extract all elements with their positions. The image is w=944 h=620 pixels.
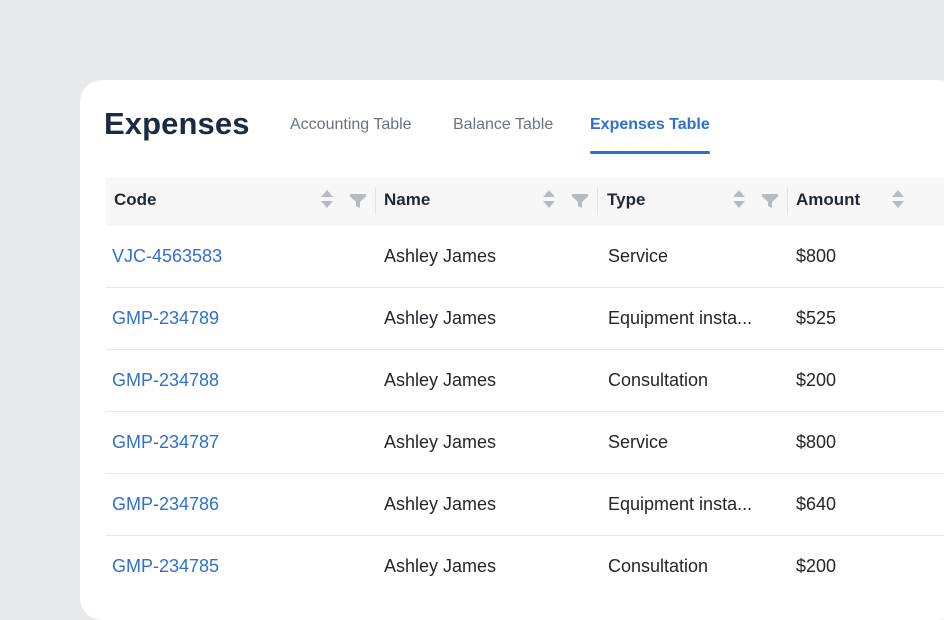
expense-name: Ashley James	[384, 494, 497, 514]
filter-icon[interactable]	[349, 192, 367, 210]
expense-code-link[interactable]: GMP-234788	[112, 350, 219, 411]
sort-icon[interactable]	[543, 190, 555, 212]
table-header: Code Name Type Amount	[106, 178, 944, 226]
tab-label: Expenses Table	[590, 116, 710, 133]
expense-name: Ashley James	[384, 432, 497, 452]
tab-accounting-table[interactable]: Accounting Table	[290, 116, 412, 154]
column-divider[interactable]	[375, 187, 376, 215]
expense-code-link[interactable]: VJC-4563583	[112, 226, 222, 287]
expense-amount: $200	[796, 370, 837, 390]
expense-name: Ashley James	[384, 308, 497, 328]
expense-amount: $200	[796, 556, 837, 576]
expense-type: Equipment insta...	[608, 494, 753, 514]
tab-balance-table[interactable]: Balance Table	[453, 116, 553, 154]
column-header-label: Amount	[796, 190, 861, 209]
expense-type: Service	[608, 432, 669, 452]
table-row[interactable]: GMP-234787 Ashley James Service $800	[106, 412, 944, 474]
column-header-type[interactable]: Type	[607, 178, 787, 226]
table-row[interactable]: GMP-234788 Ashley James Consultation $20…	[106, 350, 944, 412]
column-header-label: Type	[607, 190, 646, 209]
expense-amount: $640	[796, 494, 837, 514]
expense-code-link[interactable]: GMP-234785	[112, 536, 219, 597]
expense-name: Ashley James	[384, 246, 497, 266]
expense-code-link[interactable]: GMP-234786	[112, 474, 219, 535]
expenses-card: Expenses Accounting Table Balance Table …	[80, 80, 944, 620]
expense-code-link[interactable]: GMP-234789	[112, 288, 219, 349]
expense-name: Ashley James	[384, 556, 497, 576]
table-row[interactable]: GMP-234789 Ashley James Equipment insta.…	[106, 288, 944, 350]
column-header-label: Name	[384, 190, 431, 209]
expense-type: Consultation	[608, 370, 709, 390]
tab-expenses-table[interactable]: Expenses Table	[590, 116, 710, 154]
filter-icon[interactable]	[761, 192, 779, 210]
sort-icon[interactable]	[733, 190, 745, 212]
expense-code-link[interactable]: GMP-234787	[112, 412, 219, 473]
tab-label: Accounting Table	[290, 116, 412, 133]
column-header-label: Code	[114, 190, 157, 209]
tab-label: Balance Table	[453, 116, 554, 133]
active-tab-indicator	[590, 151, 710, 154]
sort-icon[interactable]	[892, 190, 904, 212]
table-row[interactable]: GMP-234786 Ashley James Equipment insta.…	[106, 474, 944, 536]
table-row[interactable]: GMP-234785 Ashley James Consultation $20…	[106, 536, 944, 597]
page-title: Expenses	[104, 106, 250, 141]
column-divider[interactable]	[597, 187, 598, 215]
expense-amount: $525	[796, 308, 837, 328]
expense-type: Service	[608, 246, 669, 266]
expense-amount: $800	[796, 432, 837, 452]
expense-amount: $800	[796, 246, 837, 266]
table-row[interactable]: VJC-4563583 Ashley James Service $800	[106, 226, 944, 288]
expense-type: Equipment insta...	[608, 308, 753, 328]
column-header-code[interactable]: Code	[114, 178, 374, 226]
column-divider[interactable]	[787, 187, 788, 215]
sort-icon[interactable]	[321, 190, 333, 212]
filter-icon[interactable]	[571, 192, 589, 210]
expense-name: Ashley James	[384, 370, 497, 390]
expense-type: Consultation	[608, 556, 709, 576]
